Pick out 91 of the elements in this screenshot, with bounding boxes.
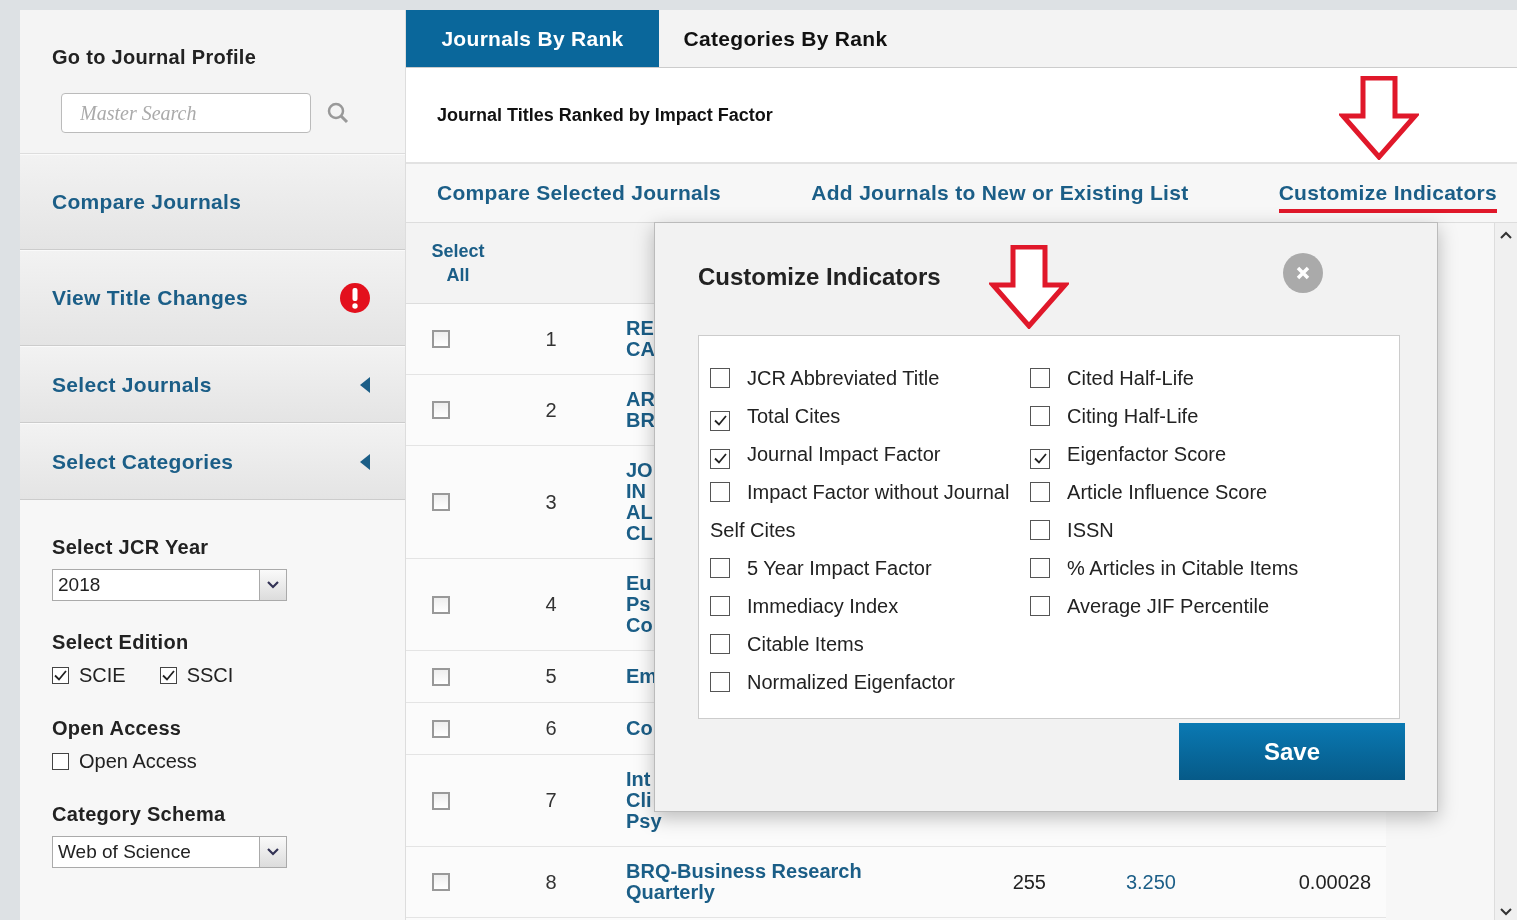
indicator-option[interactable]: Normalized Eigenfactor bbox=[710, 663, 1013, 701]
indicator-option[interactable]: Journal Impact Factor bbox=[710, 435, 1013, 473]
filter-heading: Select JCR Year bbox=[52, 536, 210, 559]
row-checkbox[interactable] bbox=[432, 401, 450, 419]
search-field[interactable]: Master Search bbox=[61, 93, 311, 133]
checkbox[interactable] bbox=[1030, 368, 1051, 388]
checkbox[interactable] bbox=[710, 558, 730, 578]
check-icon bbox=[161, 670, 175, 681]
checkbox[interactable] bbox=[710, 482, 730, 502]
rank-cell-text: 8 bbox=[544, 870, 558, 894]
rank-cell-text: 1 bbox=[544, 327, 558, 351]
total-cites-cell-text: 255 bbox=[1011, 870, 1046, 894]
scrollbar[interactable] bbox=[1494, 223, 1517, 920]
checkbox[interactable] bbox=[710, 596, 730, 616]
checkbox[interactable] bbox=[52, 753, 69, 770]
check-icon bbox=[54, 670, 67, 681]
indicator-option[interactable]: Citing Half-Life bbox=[1030, 397, 1389, 435]
row-checkbox[interactable] bbox=[432, 595, 450, 614]
indicator-option[interactable]: Cited Half-Life bbox=[1030, 359, 1389, 397]
indicator-option[interactable]: ISSN bbox=[1030, 511, 1389, 549]
checkbox[interactable] bbox=[52, 667, 69, 684]
nav-item[interactable]: Compare Journals bbox=[20, 154, 405, 250]
indicator-option[interactable]: Article Influence Score bbox=[1030, 473, 1389, 511]
rank-cell-text: 3 bbox=[544, 490, 558, 514]
caret-icon bbox=[267, 848, 279, 856]
scroll-up-icon[interactable] bbox=[1500, 231, 1512, 239]
indicator-option[interactable]: Total Cites bbox=[710, 397, 1013, 435]
checkbox[interactable] bbox=[710, 410, 730, 431]
checkbox-label: Open Access bbox=[79, 750, 197, 773]
indicator-option[interactable]: 5 Year Impact Factor bbox=[710, 549, 1013, 587]
row-checkbox[interactable] bbox=[432, 719, 450, 738]
checkbox[interactable] bbox=[1030, 406, 1051, 426]
filter-heading: Select Edition bbox=[52, 631, 190, 654]
tab[interactable]: Journals By Rank bbox=[406, 10, 659, 67]
checkbox[interactable] bbox=[710, 634, 730, 654]
select-field[interactable]: Web of Science bbox=[52, 836, 287, 868]
filter-heading: Open Access bbox=[52, 717, 183, 740]
caret-icon bbox=[267, 581, 279, 589]
select-all-link[interactable]: Select All bbox=[426, 239, 488, 287]
eigenfactor-cell-text: 0.00028 bbox=[1297, 870, 1371, 894]
indicator-option[interactable]: Impact Factor without Journal Self Cites bbox=[710, 473, 1013, 549]
select-field[interactable]: 2018 bbox=[52, 569, 287, 601]
checkbox[interactable] bbox=[1030, 448, 1051, 469]
rank-cell-text: 5 bbox=[544, 665, 558, 688]
row-checkbox[interactable] bbox=[432, 873, 450, 891]
rank-cell-text: 6 bbox=[544, 717, 558, 740]
arrow-icon bbox=[1339, 76, 1419, 160]
search-icon[interactable] bbox=[327, 102, 349, 124]
row-checkbox[interactable] bbox=[432, 330, 450, 348]
save-button[interactable]: Save bbox=[1179, 723, 1405, 780]
checkbox[interactable] bbox=[159, 667, 177, 684]
checkbox[interactable] bbox=[1030, 558, 1051, 578]
checkbox[interactable] bbox=[1030, 482, 1051, 502]
checkbox[interactable] bbox=[1030, 596, 1051, 616]
close-icon bbox=[1295, 265, 1311, 281]
impact-factor-cell-text: 3.250 bbox=[1124, 870, 1176, 894]
journal-title-link[interactable]: BRQ-Business Research Quarterly bbox=[626, 861, 926, 903]
tab[interactable]: Categories By Rank bbox=[659, 10, 912, 67]
row-checkbox[interactable] bbox=[432, 667, 450, 686]
rank-cell-text: 2 bbox=[544, 398, 558, 422]
indicator-option[interactable]: % Articles in Citable Items bbox=[1030, 549, 1389, 587]
arrow-icon bbox=[989, 245, 1069, 329]
checkbox[interactable] bbox=[1030, 520, 1051, 540]
check-icon bbox=[713, 453, 727, 464]
indicator-option[interactable]: Citable Items bbox=[710, 625, 1013, 663]
scroll-down-icon[interactable] bbox=[1500, 908, 1512, 916]
indicator-option[interactable]: Average JIF Percentile bbox=[1030, 587, 1389, 625]
checkbox[interactable] bbox=[710, 448, 730, 469]
section-heading: Go to Journal Profile bbox=[52, 46, 258, 69]
nav-item[interactable]: View Title Changes bbox=[20, 250, 405, 346]
checkbox[interactable] bbox=[710, 672, 730, 692]
nav-item[interactable]: Select Categories bbox=[20, 423, 405, 500]
action-link[interactable]: Compare Selected Journals bbox=[437, 181, 722, 213]
checkbox[interactable] bbox=[710, 368, 730, 388]
checkbox-label: SCIE bbox=[79, 664, 126, 687]
check-icon bbox=[713, 415, 727, 426]
nav-item[interactable]: Select Journals bbox=[20, 346, 405, 423]
alert-icon bbox=[339, 282, 371, 314]
checkbox-label: SSCI bbox=[186, 664, 234, 687]
indicator-option[interactable]: Immediacy Index bbox=[710, 587, 1013, 625]
action-link[interactable]: Customize Indicators bbox=[1278, 181, 1497, 213]
indicator-option[interactable]: JCR Abbreviated Title bbox=[710, 359, 1013, 397]
dialog-title: Customize Indicators bbox=[698, 263, 941, 291]
action-link[interactable]: Add Journals to New or Existing List bbox=[811, 181, 1189, 213]
row-checkbox[interactable] bbox=[432, 791, 450, 810]
rank-cell-text: 4 bbox=[544, 593, 558, 616]
indicator-option[interactable]: Eigenfactor Score bbox=[1030, 435, 1389, 473]
check-icon bbox=[1033, 453, 1047, 464]
row-checkbox[interactable] bbox=[432, 493, 450, 511]
filter-heading: Category Schema bbox=[52, 803, 227, 826]
rank-cell-text: 7 bbox=[544, 789, 558, 812]
